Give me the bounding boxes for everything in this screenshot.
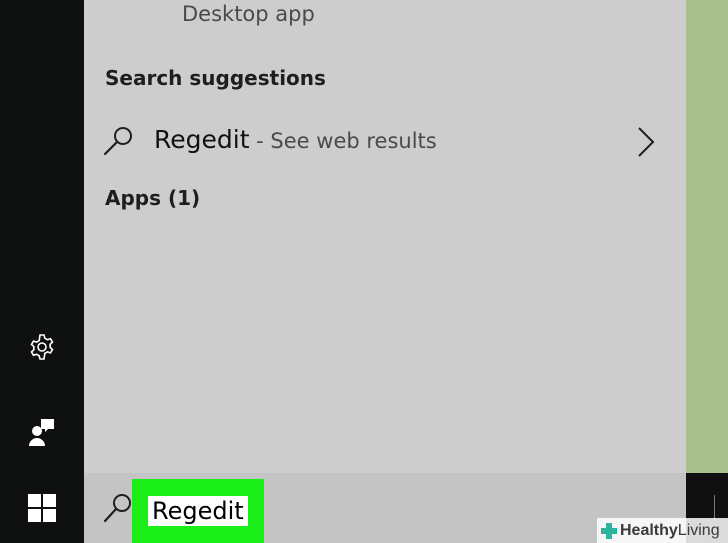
search-suggestions-heading: Search suggestions [105,66,326,90]
search-icon [103,494,131,523]
chevron-right-icon[interactable] [636,126,656,158]
web-suggestion-text: Regedit - See web results [154,125,437,154]
taskbar-search-box[interactable]: Regedit [84,473,686,543]
screen: Desktop app Search suggestions Regedit -… [0,0,728,543]
feedback-button[interactable] [0,412,84,452]
feedback-icon [29,419,54,446]
gear-icon [30,334,54,360]
windows-start-icon [28,494,56,522]
watermark: Healthy Living [597,518,728,543]
settings-button[interactable] [0,328,84,366]
web-suggestion-item[interactable]: Regedit - See web results [84,116,686,170]
desktop-background [686,0,728,543]
start-button[interactable] [0,473,84,543]
watermark-brand-regular: Living [677,521,720,539]
start-menu-rail [0,0,84,543]
search-results-panel: Desktop app Search suggestions Regedit -… [84,0,686,473]
watermark-brand-bold: Healthy [620,521,678,539]
search-input[interactable]: Regedit [148,496,248,526]
plus-logo-icon [601,522,617,539]
search-icon [103,127,132,156]
suggestion-term: Regedit [154,125,250,154]
best-match-type-label: Desktop app [182,2,315,26]
suggestion-subtext: - See web results [249,129,437,153]
apps-heading: Apps (1) [105,186,201,210]
